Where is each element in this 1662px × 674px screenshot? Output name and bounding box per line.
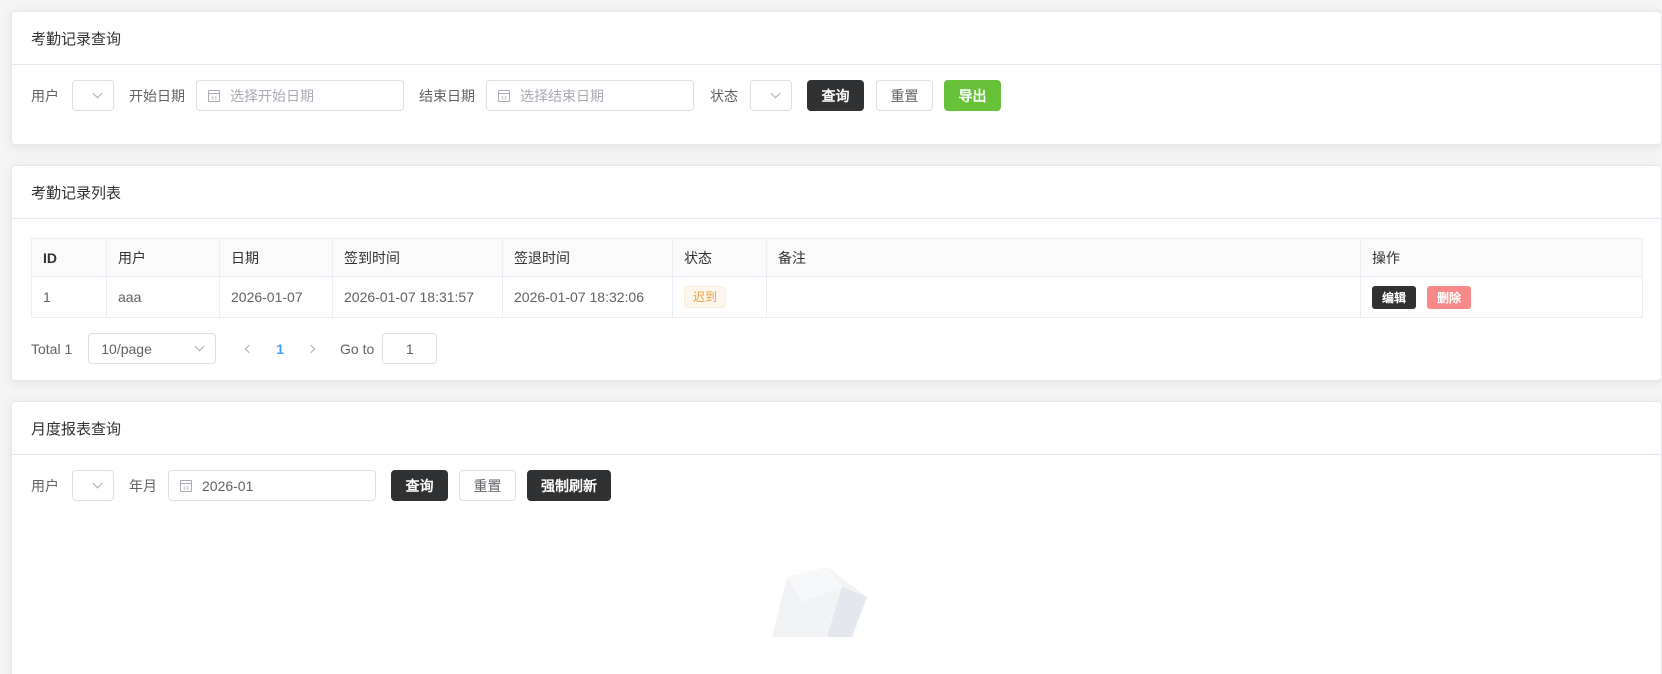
col-remark: 备注	[766, 238, 1361, 277]
cell-user: aaa	[106, 276, 220, 318]
chevron-down-icon	[194, 341, 205, 352]
start-date-picker[interactable]: 选择开始日期	[196, 80, 404, 111]
chevron-down-icon	[770, 88, 781, 99]
cell-remark	[766, 276, 1361, 318]
prev-page-icon[interactable]	[245, 344, 254, 353]
col-status: 状态	[672, 238, 767, 277]
edit-button[interactable]: 编辑	[1372, 285, 1417, 309]
calendar-icon	[180, 479, 192, 492]
chevron-down-icon	[92, 478, 103, 489]
attendance-query-card: 考勤记录查询 用户 开始日期 选择开始日期 结束日期 选择结束日期 状态 查询 …	[11, 11, 1662, 145]
col-actions: 操作	[1360, 238, 1643, 277]
next-page-icon[interactable]	[306, 344, 316, 353]
page-size-select[interactable]: 10/page	[88, 333, 217, 364]
user-label: 用户	[31, 87, 59, 104]
export-button[interactable]: 导出	[944, 80, 1001, 111]
user-select[interactable]	[72, 80, 114, 111]
search-button[interactable]: 查询	[391, 470, 448, 501]
col-checkout: 签退时间	[502, 238, 673, 277]
month-picker[interactable]: 2026-01	[168, 470, 376, 501]
col-date: 日期	[219, 238, 333, 277]
goto-page-value: 1	[405, 340, 414, 357]
monthly-report-card: 月度报表查询 用户 年月 2026-01 查询 重置 强制刷新	[11, 401, 1662, 674]
pagination: Total 1 10/page 1 Go to 1	[31, 333, 438, 364]
status-label: 状态	[710, 87, 738, 104]
col-id: ID	[31, 238, 107, 277]
col-checkin: 签到时间	[332, 238, 503, 277]
card-title: 考勤记录列表	[12, 166, 1661, 219]
page-size-value: 10/page	[101, 340, 152, 357]
attendance-list-card: 考勤记录列表 ID 用户 日期 签到时间 签退时间 状态 备注 操作 1 aaa…	[11, 165, 1662, 381]
search-button[interactable]: 查询	[807, 80, 864, 111]
end-date-label: 结束日期	[419, 87, 475, 104]
start-date-label: 开始日期	[129, 87, 185, 104]
month-label: 年月	[129, 477, 157, 494]
card-title: 考勤记录查询	[12, 12, 1661, 65]
cell-id: 1	[31, 276, 107, 318]
attendance-table: ID 用户 日期 签到时间 签退时间 状态 备注 操作 1 aaa 2026-0…	[31, 238, 1643, 318]
reset-button[interactable]: 重置	[459, 470, 516, 501]
cell-actions: 编辑 删除	[1360, 276, 1643, 318]
delete-button[interactable]: 删除	[1427, 285, 1472, 309]
total-count: Total 1	[31, 340, 73, 357]
reset-button[interactable]: 重置	[876, 80, 933, 111]
col-user: 用户	[106, 238, 220, 277]
user-select[interactable]	[72, 470, 114, 501]
end-date-placeholder: 选择结束日期	[520, 87, 604, 104]
user-label: 用户	[31, 477, 59, 494]
end-date-picker[interactable]: 选择结束日期	[486, 80, 694, 111]
cell-date: 2026-01-07	[219, 276, 333, 318]
card-title: 月度报表查询	[12, 402, 1661, 455]
status-select[interactable]	[750, 80, 792, 111]
month-value: 2026-01	[202, 477, 254, 494]
goto-page-input[interactable]: 1	[382, 333, 438, 364]
goto-label: Go to	[340, 340, 375, 357]
force-refresh-button[interactable]: 强制刷新	[527, 470, 611, 501]
cell-checkin: 2026-01-07 18:31:57	[332, 276, 503, 318]
status-badge: 迟到	[684, 286, 727, 308]
chevron-down-icon	[92, 88, 103, 99]
table-header-row: ID 用户 日期 签到时间 签退时间 状态 备注 操作	[31, 238, 1643, 277]
cell-status: 迟到	[672, 276, 767, 318]
page-number-current[interactable]: 1	[276, 341, 284, 357]
table-row: 1 aaa 2026-01-07 2026-01-07 18:31:57 202…	[31, 276, 1643, 318]
start-date-placeholder: 选择开始日期	[230, 87, 314, 104]
calendar-icon	[208, 89, 220, 102]
cell-checkout: 2026-01-07 18:32:06	[502, 276, 673, 318]
empty-box-icon	[772, 567, 867, 637]
calendar-icon	[498, 89, 510, 102]
